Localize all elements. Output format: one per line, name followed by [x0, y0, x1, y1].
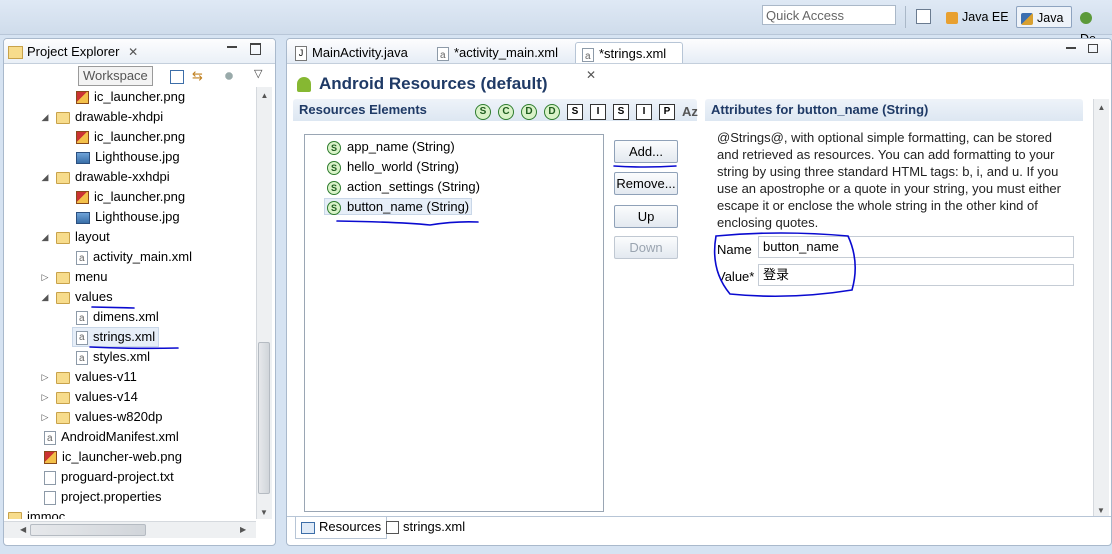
ink-annotations: [89, 165, 856, 350]
underline-button-name: [336, 220, 479, 226]
underline-add-button: [613, 165, 677, 168]
underline-strings-xml: [89, 346, 179, 350]
underline-values: [91, 306, 135, 309]
circle-name-value: [713, 232, 856, 298]
